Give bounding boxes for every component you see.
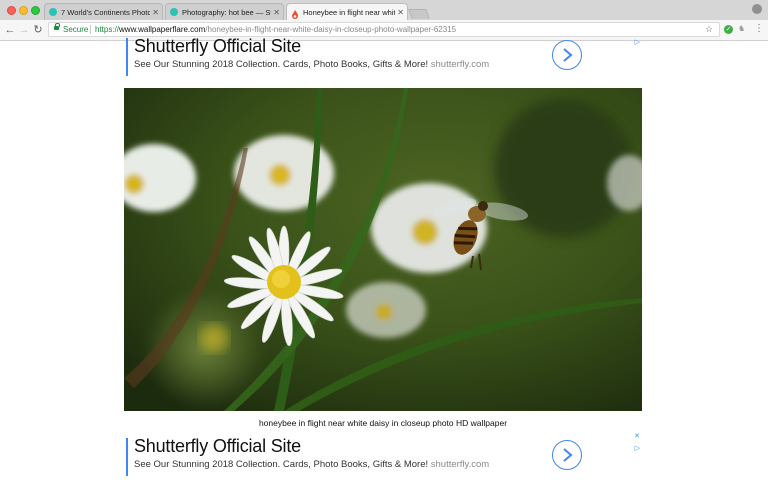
- reload-icon[interactable]: ↻: [31, 23, 45, 37]
- teal-circle-icon: [170, 8, 178, 16]
- tab-honeybee[interactable]: Honeybee in flight near white d ✕: [286, 3, 408, 21]
- ad-arrow-button[interactable]: [552, 40, 582, 70]
- adchoices-icon[interactable]: ▷: [635, 444, 640, 452]
- bookmark-star-icon[interactable]: ☆: [705, 23, 713, 36]
- close-icon[interactable]: ✕: [152, 4, 159, 20]
- flame-icon: [291, 8, 299, 19]
- new-tab-button[interactable]: [408, 9, 430, 19]
- lock-icon: [54, 23, 60, 30]
- wallpaper-photo[interactable]: [124, 88, 642, 411]
- extension-icon[interactable]: ♞: [738, 24, 745, 33]
- chevron-right-icon: [563, 48, 573, 62]
- extension-check-icon[interactable]: ✓: [724, 25, 733, 34]
- ad-domain[interactable]: shutterfly.com: [431, 459, 489, 470]
- menu-kebab-icon[interactable]: ⋮: [754, 22, 764, 36]
- adchoices-icon[interactable]: ▷: [635, 38, 640, 46]
- ad-accent-bar: [126, 38, 128, 76]
- ad-headline[interactable]: Shutterfly Official Site: [134, 36, 301, 57]
- tab-strip: 7 World's Continents Photo Cha ✕ Photogr…: [0, 0, 768, 21]
- ad-description: See Our Stunning 2018 Collection. Cards,…: [134, 459, 490, 470]
- chevron-right-icon: [563, 448, 573, 462]
- close-icon[interactable]: ✕: [397, 4, 404, 21]
- ad-accent-bar: [126, 438, 128, 476]
- ad-arrow-button[interactable]: [552, 440, 582, 470]
- profile-icon[interactable]: [752, 4, 762, 14]
- ad-banner-bottom[interactable]: Shutterfly Official Site See Our Stunnin…: [126, 433, 642, 476]
- tab-continents[interactable]: 7 World's Continents Photo Cha ✕: [44, 3, 163, 20]
- close-icon[interactable]: ✕: [273, 4, 280, 20]
- forward-arrow-icon[interactable]: →: [17, 23, 31, 37]
- url-text[interactable]: https://www.wallpaperflare.com/honeybee-…: [95, 23, 456, 36]
- address-bar[interactable]: Secure https://www.wallpaperflare.com/ho…: [48, 22, 720, 37]
- close-window-button[interactable]: [7, 6, 16, 15]
- divider: [90, 25, 91, 34]
- security-label: Secure: [63, 25, 89, 34]
- photo-caption: honeybee in flight near white daisy in c…: [258, 418, 508, 428]
- minimize-window-button[interactable]: [19, 6, 28, 15]
- ad-close-icon[interactable]: ✕: [634, 432, 640, 440]
- ad-domain[interactable]: shutterfly.com: [431, 59, 489, 70]
- tab-steem[interactable]: Photography: hot bee — Steem ✕: [165, 3, 284, 20]
- ad-headline[interactable]: Shutterfly Official Site: [134, 436, 301, 457]
- maximize-window-button[interactable]: [31, 6, 40, 15]
- teal-circle-icon: [49, 8, 57, 16]
- ad-banner-top[interactable]: Shutterfly Official Site See Our Stunnin…: [126, 36, 642, 76]
- ad-description: See Our Stunning 2018 Collection. Cards,…: [134, 59, 490, 70]
- back-arrow-icon[interactable]: ←: [3, 23, 17, 37]
